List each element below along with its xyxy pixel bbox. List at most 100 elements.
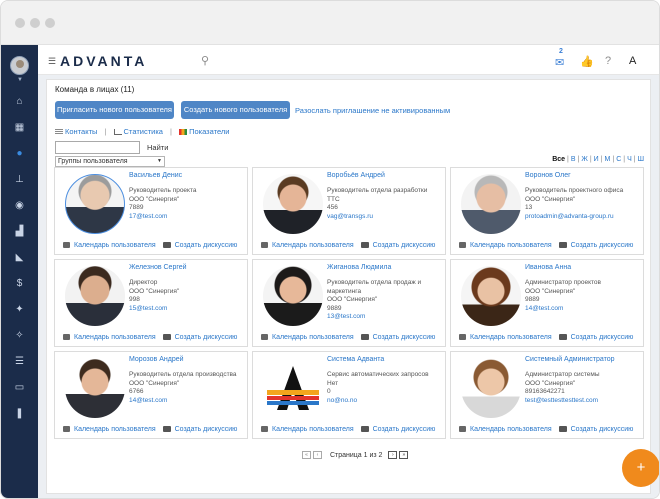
checklist-icon[interactable]: ☰: [1, 352, 38, 372]
alpha-letter[interactable]: Ч: [627, 156, 632, 163]
user-name-link[interactable]: Иванова Анна: [525, 264, 640, 272]
add-button[interactable]: +: [622, 449, 659, 487]
user-detail: 13: [525, 204, 533, 212]
invite-user-button[interactable]: Пригласить нового пользователя: [55, 101, 174, 119]
user-calendar-link[interactable]: Календарь пользователя: [272, 242, 354, 249]
user-detail: ООО "Синергия": [525, 195, 576, 203]
user-calendar-link[interactable]: Календарь пользователя: [470, 242, 552, 249]
tab-indicators[interactable]: Показатели: [189, 127, 229, 136]
target-icon[interactable]: ◉: [1, 196, 38, 216]
window-dot-icon: [45, 18, 55, 28]
user-name-link[interactable]: Система Адванта: [327, 356, 442, 364]
alpha-letter[interactable]: С: [616, 156, 621, 163]
search-input[interactable]: [55, 141, 140, 154]
user-avatar[interactable]: [10, 56, 29, 75]
user-email-link[interactable]: protoadmin@advanta-group.ru: [525, 213, 640, 221]
user-email-link[interactable]: 13@test.com: [327, 313, 442, 321]
alpha-letter[interactable]: В: [571, 156, 576, 163]
user-calendar-link[interactable]: Календарь пользователя: [272, 334, 354, 341]
user-photo[interactable]: [263, 266, 323, 326]
user-name-link[interactable]: Морозов Андрей: [129, 356, 244, 364]
search-icon[interactable]: ⚲: [201, 54, 209, 67]
find-button[interactable]: Найти: [147, 143, 168, 152]
create-discussion-link[interactable]: Создать дискуссию: [175, 426, 238, 433]
user-email-link[interactable]: 14@test.com: [129, 397, 244, 405]
user-photo[interactable]: [461, 358, 521, 418]
font-icon[interactable]: A: [629, 55, 636, 67]
logo[interactable]: ADVANTA: [60, 53, 147, 69]
create-discussion-link[interactable]: Создать дискуссию: [373, 426, 436, 433]
user-card: Системный Администратор Администратор си…: [450, 351, 644, 439]
alpha-letter[interactable]: М: [605, 156, 611, 163]
next-page-button[interactable]: ›: [388, 451, 398, 459]
user-photo[interactable]: [461, 174, 521, 234]
create-discussion-link[interactable]: Создать дискуссию: [175, 242, 238, 249]
magic-icon[interactable]: ✧: [1, 326, 38, 346]
user-calendar-link[interactable]: Календарь пользователя: [74, 242, 156, 249]
last-page-button[interactable]: »: [399, 451, 409, 459]
structure-icon[interactable]: ⊥: [1, 170, 38, 190]
create-discussion-link[interactable]: Создать дискуссию: [373, 242, 436, 249]
user-photo[interactable]: [65, 266, 125, 326]
mail-icon[interactable]: ✉: [555, 56, 564, 69]
user-email-link[interactable]: 14@test.com: [525, 305, 640, 313]
user-name-link[interactable]: Системный Администратор: [525, 356, 640, 364]
create-user-button[interactable]: Создать нового пользователя: [181, 101, 290, 119]
prev-page-button[interactable]: ‹: [313, 451, 322, 459]
window-icon[interactable]: ▭: [1, 378, 38, 398]
tab-statistics[interactable]: Статистика: [124, 127, 163, 136]
user-calendar-link[interactable]: Календарь пользователя: [272, 426, 354, 433]
window-dot-icon: [30, 18, 40, 28]
user-name-link[interactable]: Воронов Олег: [525, 172, 640, 180]
user-photo[interactable]: [461, 266, 521, 326]
user-calendar-link[interactable]: Календарь пользователя: [74, 334, 156, 341]
user-email-link[interactable]: 15@test.com: [129, 305, 244, 313]
create-discussion-link[interactable]: Создать дискуссию: [571, 242, 634, 249]
analytics-icon[interactable]: ▟: [1, 222, 38, 242]
alpha-all[interactable]: Все: [552, 156, 565, 163]
chart-icon[interactable]: ◣: [1, 248, 38, 268]
menu-toggle-icon[interactable]: ☰: [48, 56, 56, 67]
home-icon[interactable]: ⌂: [1, 92, 38, 112]
user-email-link[interactable]: 17@test.com: [129, 213, 244, 221]
statistics-icon: [113, 129, 122, 136]
user-calendar-link[interactable]: Календарь пользователя: [470, 334, 552, 341]
main-content: Команда в лицах (11) Пригласить нового п…: [38, 75, 659, 498]
user-email-link[interactable]: test@testtesttesttest.com: [525, 397, 640, 405]
alpha-letter[interactable]: Ш: [638, 156, 644, 163]
alpha-letter[interactable]: Ж: [581, 156, 587, 163]
user-detail: ООО "Синергия": [327, 296, 378, 304]
user-name-link[interactable]: Жиганова Людмила: [327, 264, 442, 272]
window-chrome: [1, 1, 659, 45]
user-email-link[interactable]: no@no.no: [327, 397, 442, 405]
activity-icon[interactable]: ✦: [1, 300, 38, 320]
resend-invites-link[interactable]: Разослать приглашение не активированным: [295, 106, 450, 115]
like-icon[interactable]: 👍: [580, 55, 594, 68]
bookmark-icon[interactable]: ❚: [1, 404, 38, 424]
tab-contacts[interactable]: Контакты: [65, 127, 97, 136]
create-discussion-link[interactable]: Создать дискуссию: [175, 334, 238, 341]
create-discussion-link[interactable]: Создать дискуссию: [373, 334, 436, 341]
first-page-button[interactable]: «: [302, 451, 311, 459]
user-name-link[interactable]: Воробьёв Андрей: [327, 172, 442, 180]
calendar-icon[interactable]: ▦: [1, 118, 38, 138]
user-detail: 89163642271: [525, 388, 565, 396]
user-calendar-link[interactable]: Календарь пользователя: [74, 426, 156, 433]
alpha-letter[interactable]: И: [594, 156, 599, 163]
group-select[interactable]: Группы пользователя ▼: [55, 156, 165, 167]
user-detail: Руководитель отдела разработки: [327, 187, 428, 195]
user-name-link[interactable]: Васильев Денис: [129, 172, 244, 180]
create-discussion-link[interactable]: Создать дискуссию: [571, 426, 634, 433]
create-discussion-link[interactable]: Создать дискуссию: [571, 334, 634, 341]
user-photo[interactable]: [263, 174, 323, 234]
team-icon[interactable]: ●: [1, 144, 38, 164]
advanta-logo-image[interactable]: [263, 358, 323, 418]
user-email-link[interactable]: vag@transgs.ru: [327, 213, 442, 221]
user-photo[interactable]: [65, 174, 125, 234]
user-name-link[interactable]: Железнов Сергей: [129, 264, 244, 272]
help-icon[interactable]: ?: [605, 55, 611, 67]
finance-icon[interactable]: $: [1, 274, 38, 294]
user-calendar-link[interactable]: Календарь пользователя: [470, 426, 552, 433]
chevron-down-icon[interactable]: ▼: [17, 77, 23, 83]
user-photo[interactable]: [65, 358, 125, 418]
